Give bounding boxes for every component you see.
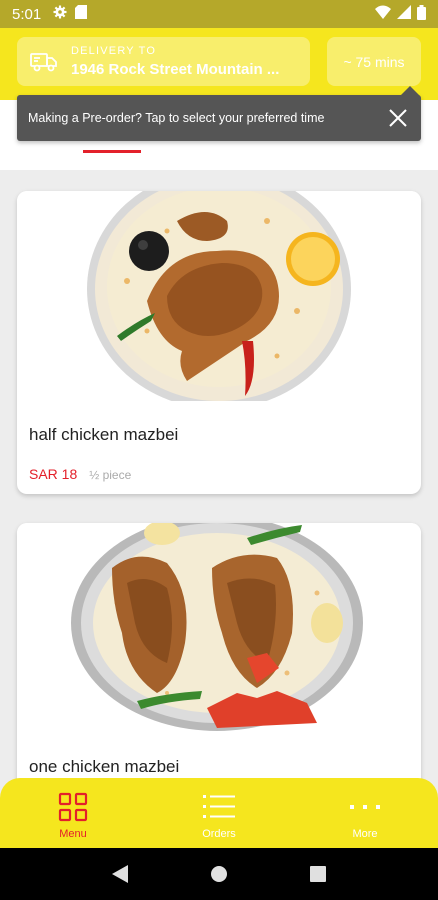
header: DELIVERY TO 1946 Rock Street Mountain ..… (0, 28, 438, 100)
food-image (17, 191, 421, 401)
battery-icon (417, 4, 426, 24)
home-icon[interactable] (199, 854, 239, 894)
grid-icon (58, 792, 88, 822)
nav-label-more: More (352, 828, 378, 840)
recents-icon[interactable] (298, 854, 338, 894)
delivery-address: 1946 Rock Street Mountain ... (71, 61, 280, 78)
sd-card-icon (75, 5, 88, 23)
menu-item-card[interactable]: half chicken mazbei SAR 18 ½ piece (17, 191, 421, 494)
gear-icon (53, 5, 67, 23)
menu-item-price: SAR 18 (29, 466, 78, 482)
food-image (17, 523, 421, 733)
delivery-truck-icon (17, 37, 71, 86)
nav-label-orders: Orders (202, 828, 236, 840)
nav-label-menu: Menu (59, 828, 87, 840)
eta-button[interactable]: ~ 75 mins (327, 37, 421, 86)
active-tab-indicator (83, 150, 141, 153)
more-dots-icon (350, 792, 380, 822)
nav-item-more[interactable]: More (292, 778, 438, 848)
wifi-icon (375, 5, 391, 23)
status-bar: 5:01 (0, 0, 438, 28)
nav-item-menu[interactable]: Menu (0, 778, 146, 848)
delivery-label: DELIVERY TO (71, 45, 157, 57)
tooltip-text: Making a Pre-order? Tap to select your p… (28, 111, 325, 125)
signal-icon (397, 5, 411, 23)
menu-item-title: half chicken mazbei (29, 425, 179, 444)
back-icon[interactable] (100, 854, 140, 894)
menu-item-title: one chicken mazbei (29, 757, 180, 776)
system-navigation-bar (0, 848, 438, 900)
tooltip-arrow (400, 86, 420, 96)
delivery-address-selector[interactable]: DELIVERY TO 1946 Rock Street Mountain ..… (17, 37, 310, 86)
bottom-navigation: Menu Orders More (0, 778, 438, 848)
preorder-tooltip[interactable]: Making a Pre-order? Tap to select your p… (17, 86, 421, 141)
menu-item-unit: ½ piece (89, 468, 132, 482)
list-icon (203, 792, 235, 822)
nav-item-orders[interactable]: Orders (146, 778, 292, 848)
status-time: 5:01 (12, 5, 42, 23)
price-row: SAR 18 ½ piece (29, 466, 131, 482)
close-icon[interactable] (375, 95, 421, 141)
